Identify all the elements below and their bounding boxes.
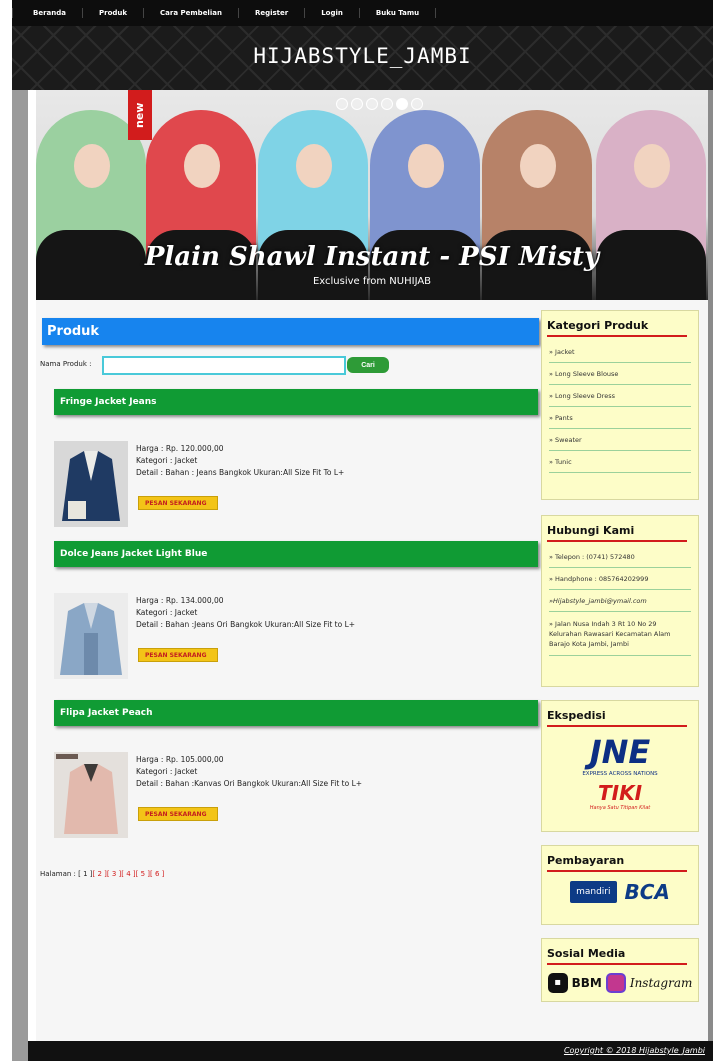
order-button[interactable]: PESAN SEKARANG <box>138 496 218 510</box>
page-link[interactable]: [ 4 ] <box>121 870 135 878</box>
shipping-title: Ekspedisi <box>547 709 687 727</box>
page-link[interactable]: [ 3 ] <box>107 870 121 878</box>
category-item[interactable]: » Sweater <box>549 429 691 451</box>
product-title[interactable]: Dolce Jeans Jacket Light Blue <box>54 541 538 567</box>
nav-buku-tamu[interactable]: Buku Tamu <box>358 8 437 18</box>
product-price: Harga : Rp. 134.000,00 <box>136 596 224 605</box>
page-link[interactable]: [ 2 ] <box>93 870 107 878</box>
social-title: Sosial Media <box>547 947 687 965</box>
product-category: Kategori : Jacket <box>136 608 198 617</box>
contact-handphone: » Handphone : 085764202999 <box>549 568 691 590</box>
pagination-label: Halaman : <box>40 870 76 878</box>
slider-dot[interactable] <box>351 98 363 110</box>
right-border <box>708 90 713 1061</box>
contact-phone: » Telepon : (0741) 572480 <box>549 546 691 568</box>
search-input[interactable] <box>102 356 346 375</box>
product-category: Kategori : Jacket <box>136 767 198 776</box>
category-item[interactable]: » Long Sleeve Dress <box>549 385 691 407</box>
slider-dot[interactable] <box>336 98 348 110</box>
mandiri-logo: mandiri <box>570 881 617 903</box>
jne-logo: JNE EXPRESS ACROSS NATIONS <box>542 733 698 777</box>
payment-title: Pembayaran <box>547 854 687 872</box>
tiki-logo-text: TIKI <box>597 781 643 805</box>
product-category: Kategori : Jacket <box>136 456 198 465</box>
contact-email[interactable]: »Hijabstyle_jambi@ymail.com <box>549 590 691 612</box>
tiki-logo: TIKI Hanya Satu Titipan Kilat <box>542 781 698 811</box>
page-link[interactable]: [ 6 ] <box>150 870 164 878</box>
slider-dot[interactable] <box>411 98 423 110</box>
category-item[interactable]: » Long Sleeve Blouse <box>549 363 691 385</box>
banner-slider[interactable]: new Plain Shawl Instant - PSI Misty Excl… <box>36 90 708 300</box>
instagram-icon[interactable] <box>605 973 626 993</box>
payment-box: Pembayaran mandiri BCA <box>541 845 699 925</box>
site-title: HIJABSTYLE_JAMBI <box>253 44 472 68</box>
slider-dots <box>336 98 423 110</box>
slider-dot[interactable] <box>366 98 378 110</box>
product-image[interactable] <box>54 752 128 838</box>
product-price: Harga : Rp. 120.000,00 <box>136 444 224 453</box>
site-header: HIJABSTYLE_JAMBI <box>12 26 713 90</box>
category-title: Kategori Produk <box>547 319 687 337</box>
product-detail: Detail : Bahan : Jeans Bangkok Ukuran:Al… <box>136 468 345 477</box>
top-navigation: Beranda Produk Cara Pembelian Register L… <box>12 0 713 26</box>
page-link[interactable]: [ 5 ] <box>136 870 150 878</box>
category-box: Kategori Produk » Jacket » Long Sleeve B… <box>541 310 699 500</box>
product-image[interactable] <box>54 593 128 679</box>
nav-login[interactable]: Login <box>304 8 359 18</box>
bca-logo: BCA <box>624 880 670 904</box>
slider-dot-active[interactable] <box>396 98 408 110</box>
shipping-box: Ekspedisi JNE EXPRESS ACROSS NATIONS TIK… <box>541 700 699 832</box>
category-item[interactable]: » Pants <box>549 407 691 429</box>
new-badge: new <box>128 90 152 140</box>
category-item[interactable]: » Tunic <box>549 451 691 473</box>
bbm-label: BBM <box>571 976 602 990</box>
jne-tagline: EXPRESS ACROSS NATIONS <box>582 771 658 777</box>
product-title[interactable]: Flipa Jacket Peach <box>54 700 538 726</box>
product-detail: Detail : Bahan :Jeans Ori Bangkok Ukuran… <box>136 620 356 629</box>
left-border <box>12 90 28 1061</box>
search-label: Nama Produk : <box>40 360 92 368</box>
search-button[interactable]: Cari <box>347 357 389 373</box>
page-current: [ 1 ] <box>78 870 93 878</box>
banner-caption: Plain Shawl Instant - PSI Misty <box>144 242 600 272</box>
jne-logo-text: JNE <box>589 733 651 771</box>
order-button[interactable]: PESAN SEKARANG <box>138 807 218 821</box>
order-button[interactable]: PESAN SEKARANG <box>138 648 218 662</box>
contact-box: Hubungi Kami » Telepon : (0741) 572480 »… <box>541 515 699 687</box>
pagination: Halaman : [ 1 ][ 2 ][ 3 ][ 4 ][ 5 ][ 6 ] <box>40 870 164 878</box>
page-title: Produk <box>42 318 539 345</box>
nav-cara-pembelian[interactable]: Cara Pembelian <box>143 8 238 18</box>
product-detail: Detail : Bahan :Kanvas Ori Bangkok Ukura… <box>136 779 363 788</box>
left-gutter <box>28 90 36 1061</box>
contact-address: » Jalan Nusa Indah 3 Rt 10 No 29 Kelurah… <box>549 612 691 656</box>
banner-subcaption: Exclusive from NUHIJAB <box>312 276 432 287</box>
instagram-label: Instagram <box>629 976 693 990</box>
nav-beranda[interactable]: Beranda <box>12 8 82 18</box>
main-content: Produk Nama Produk : Cari Fringe Jacket … <box>36 300 708 1041</box>
bbm-icon[interactable]: ▪ <box>547 973 568 993</box>
social-box: Sosial Media ▪ BBM Instagram <box>541 938 699 1002</box>
product-image[interactable] <box>54 441 128 527</box>
product-title[interactable]: Fringe Jacket Jeans <box>54 389 538 415</box>
nav-register[interactable]: Register <box>237 8 304 18</box>
category-item[interactable]: » Jacket <box>549 341 691 363</box>
contact-title: Hubungi Kami <box>547 524 687 542</box>
tiki-tagline: Hanya Satu Titipan Kilat <box>589 805 651 811</box>
nav-produk[interactable]: Produk <box>81 8 143 18</box>
copyright[interactable]: Copyright © 2018 Hijabstyle_Jambi <box>564 1046 705 1055</box>
slider-dot[interactable] <box>381 98 393 110</box>
product-price: Harga : Rp. 105.000,00 <box>136 755 224 764</box>
footer: Copyright © 2018 Hijabstyle_Jambi <box>28 1041 713 1061</box>
